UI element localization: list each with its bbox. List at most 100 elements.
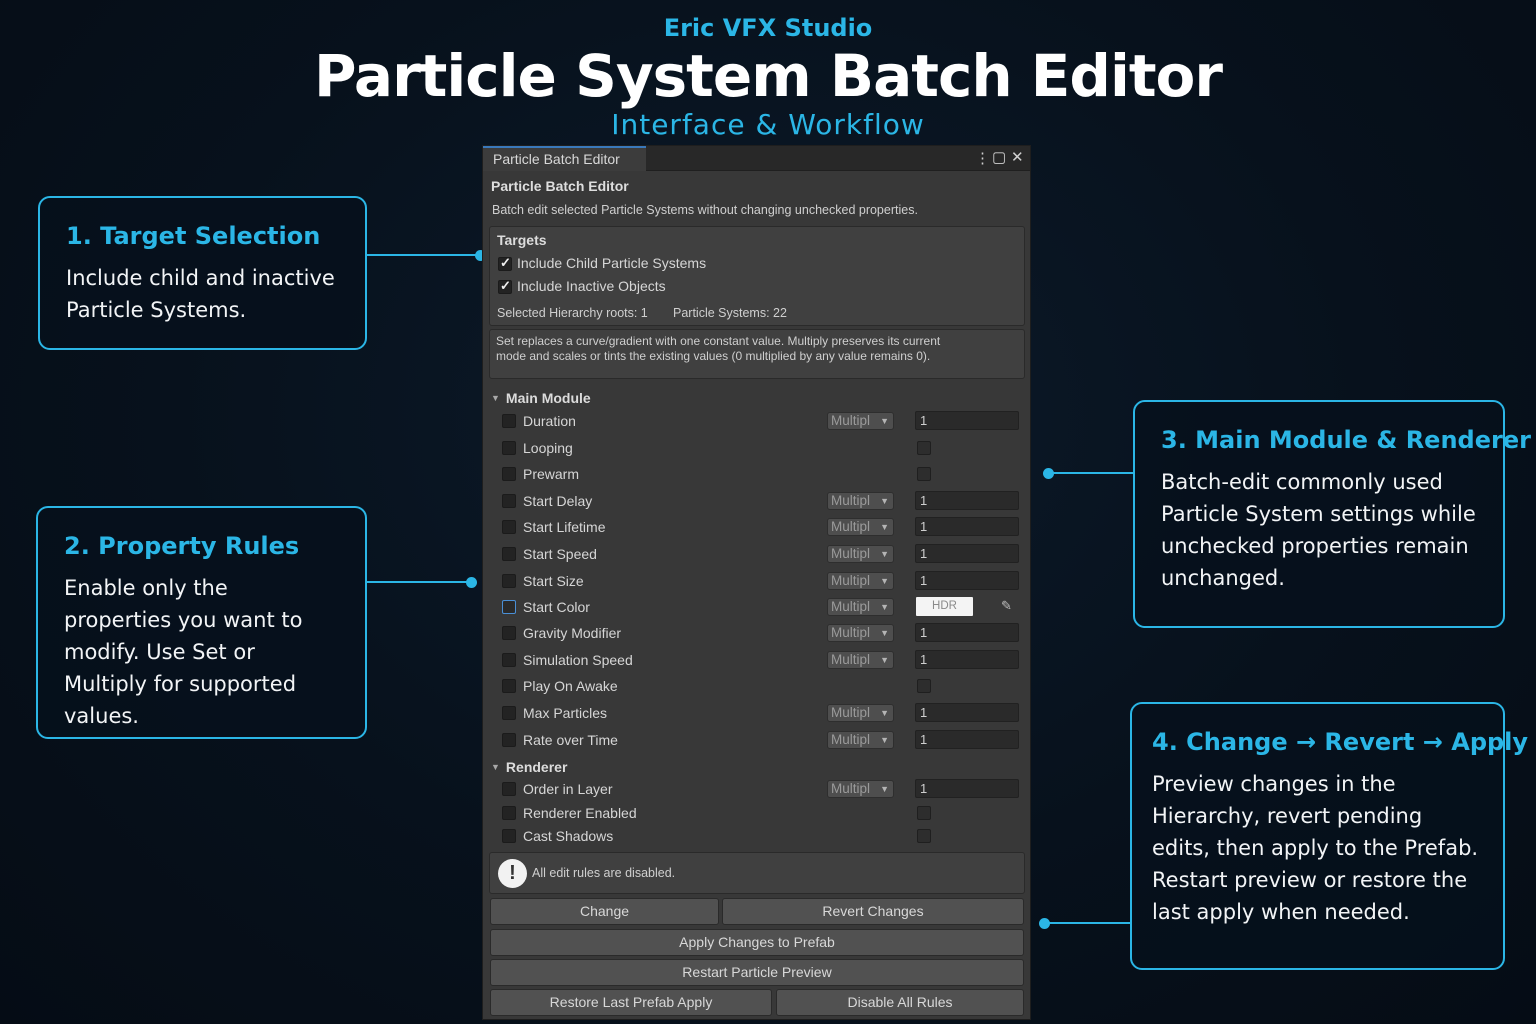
- duration-checkbox[interactable]: [502, 414, 516, 428]
- start-delay-mode-dropdown[interactable]: Multipl ▼: [827, 492, 894, 510]
- start-lifetime-mode-dropdown[interactable]: Multipl ▼: [827, 518, 894, 536]
- duration-label: Duration: [523, 413, 576, 429]
- selected-roots-count: Selected Hierarchy roots: 1: [497, 306, 648, 320]
- looping-checkbox[interactable]: [502, 441, 516, 455]
- connector-line: [367, 581, 471, 583]
- simulation-speed-mode-dropdown[interactable]: Multipl ▼: [827, 651, 894, 669]
- looping-label: Looping: [523, 440, 573, 456]
- order-in-layer-checkbox[interactable]: [502, 782, 516, 796]
- particle-systems-count: Particle Systems: 22: [673, 306, 787, 320]
- play-on-awake-checkbox[interactable]: [502, 679, 516, 693]
- chevron-down-icon: ▼: [880, 416, 889, 426]
- main-module-foldout[interactable]: ▼ Main Module: [491, 390, 591, 406]
- start-size-label: Start Size: [523, 573, 584, 589]
- targets-title: Targets: [497, 232, 547, 248]
- start-speed-checkbox[interactable]: [502, 547, 516, 561]
- max-particles-value-field[interactable]: 1: [915, 703, 1019, 722]
- start-color-label: Start Color: [523, 599, 590, 615]
- prewarm-checkbox[interactable]: [502, 467, 516, 481]
- simulation-speed-value-field[interactable]: 1: [915, 650, 1019, 669]
- connector-dot: [1039, 918, 1050, 929]
- tab-particle-batch-editor[interactable]: Particle Batch Editor: [483, 146, 646, 171]
- studio-name: Eric VFX Studio: [663, 14, 873, 42]
- duration-value-field[interactable]: 1: [915, 411, 1019, 430]
- simulation-speed-checkbox[interactable]: [502, 653, 516, 667]
- disable-all-rules-button[interactable]: Disable All Rules: [776, 989, 1024, 1016]
- gravity-modifier-checkbox[interactable]: [502, 626, 516, 640]
- start-delay-value-field[interactable]: 1: [915, 491, 1019, 510]
- cast-shadows-checkbox[interactable]: [502, 829, 516, 843]
- chevron-down-icon: ▼: [880, 496, 889, 506]
- include-inactive-checkbox[interactable]: [498, 278, 512, 294]
- chevron-down-icon: ▼: [880, 628, 889, 638]
- chevron-down-icon: ▼: [880, 708, 889, 718]
- start-lifetime-checkbox[interactable]: [502, 520, 516, 534]
- start-size-value-field[interactable]: 1: [915, 571, 1019, 590]
- callout-body: Enable only the properties you want to m…: [64, 576, 303, 728]
- start-size-checkbox[interactable]: [502, 574, 516, 588]
- start-color-swatch[interactable]: HDR: [916, 597, 973, 616]
- rate-over-time-checkbox[interactable]: [502, 733, 516, 747]
- editor-description: Batch edit selected Particle Systems wit…: [492, 203, 918, 217]
- callout-main-module: 3. Main Module & Renderer Batch-edit com…: [1133, 400, 1531, 628]
- more-options-icon[interactable]: ⋮: [975, 149, 990, 167]
- start-size-mode-dropdown[interactable]: Multipl ▼: [827, 572, 894, 590]
- rate-over-time-value-field[interactable]: 1: [915, 730, 1019, 749]
- connector-line: [1045, 922, 1130, 924]
- info-message: All edit rules are disabled.: [532, 866, 676, 880]
- include-inactive-label: Include Inactive Objects: [517, 278, 666, 294]
- renderer-enabled-checkbox[interactable]: [502, 806, 516, 820]
- chevron-down-icon: ▼: [880, 549, 889, 559]
- include-children-checkbox[interactable]: [498, 255, 512, 271]
- callout-title: 2. Property Rules: [64, 532, 300, 560]
- apply-changes-to-prefab-button[interactable]: Apply Changes to Prefab: [490, 929, 1024, 956]
- start-speed-value-field[interactable]: 1: [915, 544, 1019, 563]
- start-lifetime-value-field[interactable]: 1: [915, 517, 1019, 536]
- simulation-speed-label: Simulation Speed: [523, 652, 633, 668]
- page-subtitle: Interface & Workflow: [611, 108, 925, 141]
- renderer-title: Renderer: [505, 759, 568, 775]
- callout-target-selection: 1. Target Selection Include child and in…: [38, 196, 367, 350]
- callout-body: Include child and inactive Particle Syst…: [66, 266, 335, 322]
- cast-shadows-toggle[interactable]: [917, 829, 931, 843]
- targets-panel: Targets Include Child Particle Systems I…: [489, 226, 1025, 326]
- maximize-icon[interactable]: ▢: [992, 148, 1006, 166]
- gravity-modifier-mode-dropdown[interactable]: Multipl ▼: [827, 624, 894, 642]
- start-color-mode-dropdown[interactable]: Multipl ▼: [827, 598, 894, 616]
- warning-icon: !: [498, 859, 527, 888]
- gravity-modifier-value-field[interactable]: 1: [915, 623, 1019, 642]
- start-delay-label: Start Delay: [523, 493, 593, 509]
- order-in-layer-label: Order in Layer: [523, 781, 613, 797]
- restore-last-prefab-apply-button[interactable]: Restore Last Prefab Apply: [490, 989, 772, 1016]
- callout-title: 4. Change → Revert → Apply: [1152, 728, 1529, 756]
- order-in-layer-mode-dropdown[interactable]: Multipl ▼: [827, 780, 894, 798]
- looping-toggle[interactable]: [917, 441, 931, 455]
- max-particles-label: Max Particles: [523, 705, 608, 721]
- renderer-enabled-label: Renderer Enabled: [523, 805, 637, 821]
- connector-line: [367, 254, 480, 256]
- renderer-enabled-toggle[interactable]: [917, 806, 931, 820]
- start-speed-label: Start Speed: [523, 546, 597, 562]
- rate-over-time-mode-dropdown[interactable]: Multipl ▼: [827, 731, 894, 749]
- revert-changes-button[interactable]: Revert Changes: [722, 898, 1024, 925]
- help-text: Set replaces a curve/gradient with one c…: [496, 334, 941, 363]
- start-speed-mode-dropdown[interactable]: Multipl ▼: [827, 545, 894, 563]
- order-in-layer-value-field[interactable]: 1: [915, 779, 1019, 798]
- particle-batch-editor-window: Particle Batch Editor ⋮ ▢ ✕ Particle Bat…: [482, 145, 1031, 1020]
- max-particles-checkbox[interactable]: [502, 706, 516, 720]
- close-icon[interactable]: ✕: [1011, 148, 1024, 166]
- duration-mode-dropdown[interactable]: Multipl ▼: [827, 412, 894, 430]
- max-particles-mode-dropdown[interactable]: Multipl ▼: [827, 704, 894, 722]
- restart-particle-preview-button[interactable]: Restart Particle Preview: [490, 959, 1024, 986]
- prewarm-toggle[interactable]: [917, 467, 931, 481]
- eyedropper-icon[interactable]: ✎: [1001, 598, 1012, 614]
- play-on-awake-toggle[interactable]: [917, 679, 931, 693]
- include-children-label: Include Child Particle Systems: [517, 255, 707, 271]
- start-color-checkbox[interactable]: [502, 600, 516, 614]
- renderer-foldout[interactable]: ▼ Renderer: [491, 759, 567, 775]
- start-delay-checkbox[interactable]: [502, 494, 516, 508]
- gravity-modifier-label: Gravity Modifier: [523, 625, 622, 641]
- chevron-down-icon: ▼: [880, 735, 889, 745]
- connector-dot: [1043, 468, 1054, 479]
- change-button[interactable]: Change: [490, 898, 719, 925]
